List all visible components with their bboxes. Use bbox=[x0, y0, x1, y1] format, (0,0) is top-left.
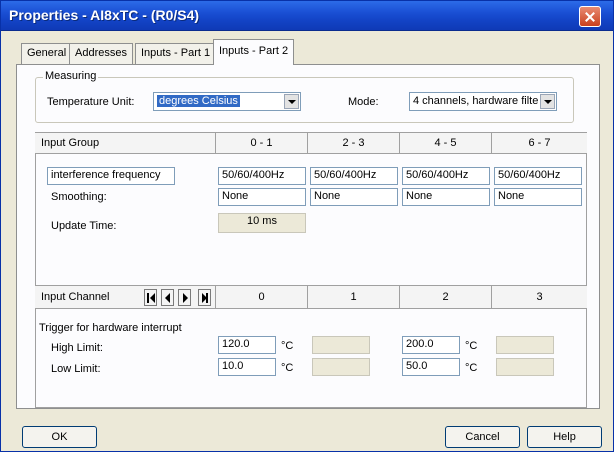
measuring-legend: Measuring bbox=[43, 70, 99, 82]
unit-label: °C bbox=[465, 340, 478, 352]
channel-column-2: 2 bbox=[399, 286, 491, 308]
channel-column-1: 1 bbox=[307, 286, 399, 308]
group-column-4-5: 4 - 5 bbox=[399, 133, 491, 153]
temperature-unit-label: Temperature Unit: bbox=[47, 96, 135, 108]
mode-label: Mode: bbox=[348, 96, 379, 108]
next-channel-icon[interactable] bbox=[178, 289, 191, 306]
input-channel-header: Input Channel 0 1 2 3 bbox=[35, 285, 587, 309]
mode-select[interactable]: 4 channels, hardware filte bbox=[409, 92, 557, 111]
interference-frequency-field-0-1[interactable]: 50/60/400Hz bbox=[218, 167, 306, 185]
input-group-title: Input Group bbox=[41, 137, 100, 149]
low-limit-field-channel-3 bbox=[496, 358, 554, 376]
unit-label: °C bbox=[281, 340, 294, 352]
channel-column-3: 3 bbox=[491, 286, 587, 308]
unit-label: °C bbox=[281, 362, 294, 374]
title-bar[interactable]: Properties - AI8xTC - (R0/S4) bbox=[1, 1, 613, 31]
cancel-button[interactable]: Cancel bbox=[445, 426, 520, 448]
interference-frequency-field-6-7[interactable]: 50/60/400Hz bbox=[494, 167, 582, 185]
temperature-unit-value: degrees Celsius bbox=[157, 95, 240, 107]
smoothing-field-6-7[interactable]: None bbox=[494, 188, 582, 206]
high-limit-field-channel-3 bbox=[496, 336, 554, 354]
smoothing-field-4-5[interactable]: None bbox=[402, 188, 490, 206]
tab-inputs-part-1[interactable]: Inputs - Part 1 bbox=[135, 43, 217, 64]
unit-label: °C bbox=[465, 362, 478, 374]
chevron-down-icon[interactable] bbox=[540, 94, 555, 109]
window-title: Properties - AI8xTC - (R0/S4) bbox=[9, 7, 200, 23]
ok-button[interactable]: OK bbox=[22, 426, 97, 448]
chevron-down-icon[interactable] bbox=[284, 94, 299, 109]
previous-channel-icon[interactable] bbox=[161, 289, 174, 306]
tab-inputs-part-2[interactable]: Inputs - Part 2 bbox=[213, 39, 295, 65]
tab-general[interactable]: General bbox=[21, 43, 73, 64]
update-time-label: Update Time: bbox=[51, 220, 117, 232]
mode-value: 4 channels, hardware filte bbox=[413, 95, 539, 107]
update-time-value: 10 ms bbox=[218, 213, 306, 233]
help-button[interactable]: Help bbox=[527, 426, 602, 448]
first-channel-icon[interactable] bbox=[144, 289, 157, 306]
tab-addresses[interactable]: Addresses bbox=[69, 43, 133, 64]
high-limit-label: High Limit: bbox=[51, 342, 103, 354]
group-column-0-1: 0 - 1 bbox=[215, 133, 307, 153]
channel-column-0: 0 bbox=[215, 286, 307, 308]
low-limit-field-channel-2[interactable]: 50.0 bbox=[402, 358, 460, 376]
smoothing-label: Smoothing: bbox=[51, 191, 107, 203]
high-limit-field-channel-0[interactable]: 120.0 bbox=[218, 336, 276, 354]
low-limit-field-channel-1 bbox=[312, 358, 370, 376]
close-icon[interactable] bbox=[579, 6, 601, 27]
low-limit-label: Low Limit: bbox=[51, 363, 101, 375]
temperature-unit-select[interactable]: degrees Celsius bbox=[153, 92, 301, 111]
trigger-label: Trigger for hardware interrupt bbox=[39, 322, 182, 334]
group-column-6-7: 6 - 7 bbox=[491, 133, 587, 153]
low-limit-field-channel-0[interactable]: 10.0 bbox=[218, 358, 276, 376]
last-channel-icon[interactable] bbox=[198, 289, 211, 306]
high-limit-field-channel-2[interactable]: 200.0 bbox=[402, 336, 460, 354]
properties-dialog: Properties - AI8xTC - (R0/S4) General Ad… bbox=[0, 0, 614, 452]
interference-frequency-label: interference frequency bbox=[47, 167, 175, 185]
smoothing-field-2-3[interactable]: None bbox=[310, 188, 398, 206]
input-group-header: Input Group 0 - 1 2 - 3 4 - 5 6 - 7 bbox=[35, 132, 587, 154]
group-column-2-3: 2 - 3 bbox=[307, 133, 399, 153]
high-limit-field-channel-1 bbox=[312, 336, 370, 354]
interference-frequency-field-4-5[interactable]: 50/60/400Hz bbox=[402, 167, 490, 185]
smoothing-field-0-1[interactable]: None bbox=[218, 188, 306, 206]
interference-frequency-field-2-3[interactable]: 50/60/400Hz bbox=[310, 167, 398, 185]
